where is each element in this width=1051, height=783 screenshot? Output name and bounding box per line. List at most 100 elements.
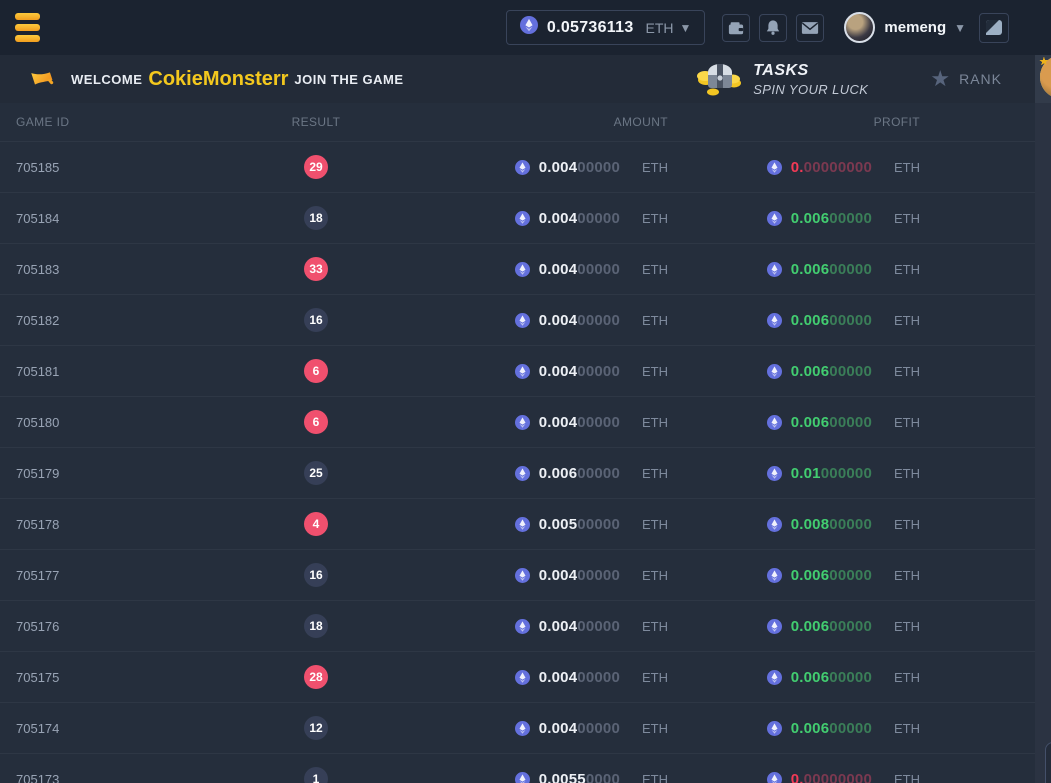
wallet-button[interactable] bbox=[722, 14, 750, 42]
messages-button[interactable] bbox=[796, 14, 824, 42]
amount-dim: 00000 bbox=[577, 669, 620, 686]
profit-cell: 0.00800000 ETH bbox=[668, 516, 920, 533]
chat-bubble-icon bbox=[986, 20, 1002, 35]
result-badge: 18 bbox=[304, 206, 328, 230]
game-id: 705179 bbox=[0, 466, 284, 481]
table-row[interactable]: 705183 33 0.00400000 ETH 0.00600000 ETH bbox=[0, 243, 1035, 294]
topbar: 0.05736113 ETH ▼ memeng ▼ bbox=[0, 0, 1051, 55]
user-name: memeng bbox=[884, 19, 946, 36]
eth-coin-icon bbox=[767, 364, 782, 379]
welcome-username: CokieMonsterr bbox=[148, 68, 288, 91]
table-row[interactable]: 705176 18 0.00400000 ETH 0.00600000 ETH bbox=[0, 600, 1035, 651]
table-row[interactable]: 705180 6 0.00400000 ETH 0.00600000 ETH bbox=[0, 396, 1035, 447]
profit-cell: 0.00600000 ETH bbox=[668, 567, 920, 584]
table-row[interactable]: 705184 18 0.00400000 ETH 0.00600000 ETH bbox=[0, 192, 1035, 243]
profit-main: 0. bbox=[791, 159, 804, 176]
profit-dim: 00000 bbox=[829, 567, 872, 584]
profit-dim: 00000 bbox=[829, 363, 872, 380]
amount-cell: 0.00500000 ETH bbox=[348, 516, 668, 533]
amount-main: 0.004 bbox=[539, 261, 578, 278]
currency-label: ETH bbox=[894, 262, 920, 277]
profit-main: 0.006 bbox=[791, 210, 830, 227]
amount-cell: 0.00400000 ETH bbox=[348, 720, 668, 737]
eth-coin-icon bbox=[767, 517, 782, 532]
currency-label: ETH bbox=[642, 772, 668, 783]
welcome-text: WELCOME bbox=[71, 72, 142, 87]
table-row[interactable]: 705173 1 0.00550000 ETH 0.00000000 ETH bbox=[0, 753, 1035, 783]
eth-coin-icon bbox=[767, 772, 782, 783]
profit-cell: 0.00000000 ETH bbox=[668, 159, 920, 176]
treasure-chest-icon bbox=[696, 58, 742, 101]
eth-coin-icon bbox=[515, 772, 530, 783]
result-badge: 4 bbox=[304, 512, 328, 536]
game-id: 705184 bbox=[0, 211, 284, 226]
table-row[interactable]: 705182 16 0.00400000 ETH 0.00600000 ETH bbox=[0, 294, 1035, 345]
chat-panel-edge[interactable]: ★★ ★★ ★★ ★★ ★★ ★★ bbox=[1035, 55, 1051, 783]
amount-main: 0.0055 bbox=[539, 771, 586, 783]
table-row[interactable]: 705174 12 0.00400000 ETH 0.00600000 ETH bbox=[0, 702, 1035, 753]
tasks-title: TASKS bbox=[753, 62, 868, 80]
profit-main: 0.006 bbox=[791, 312, 830, 329]
menu-icon[interactable] bbox=[15, 13, 40, 42]
amount-cell: 0.00400000 ETH bbox=[348, 567, 668, 584]
result-badge: 1 bbox=[304, 767, 328, 783]
currency-label: ETH bbox=[642, 415, 668, 430]
bets-table-body: 705185 29 0.00400000 ETH 0.00000000 ETH … bbox=[0, 141, 1035, 783]
notifications-button[interactable] bbox=[759, 14, 787, 42]
eth-coin-icon bbox=[767, 721, 782, 736]
table-row[interactable]: 705185 29 0.00400000 ETH 0.00000000 ETH bbox=[0, 141, 1035, 192]
eth-coin-icon bbox=[767, 415, 782, 430]
profit-cell: 0.00600000 ETH bbox=[668, 363, 920, 380]
amount-main: 0.004 bbox=[539, 414, 578, 431]
eth-coin-icon bbox=[520, 16, 538, 39]
profit-cell: 0.00600000 ETH bbox=[668, 210, 920, 227]
megaphone-icon bbox=[30, 66, 54, 93]
amount-main: 0.004 bbox=[539, 312, 578, 329]
game-id: 705185 bbox=[0, 160, 284, 175]
currency-label: ETH bbox=[642, 364, 668, 379]
col-profit: PROFIT bbox=[668, 115, 920, 129]
amount-dim: 00000 bbox=[577, 720, 620, 737]
star-icon: ★ bbox=[930, 68, 950, 90]
rank-button[interactable]: ★ RANK bbox=[930, 68, 1002, 90]
currency-label: ETH bbox=[894, 619, 920, 634]
profit-cell: 0.00600000 ETH bbox=[668, 414, 920, 431]
amount-cell: 0.00400000 ETH bbox=[348, 210, 668, 227]
user-menu[interactable]: memeng ▼ bbox=[844, 12, 966, 43]
game-id: 705174 bbox=[0, 721, 284, 736]
amount-cell: 0.00400000 ETH bbox=[348, 159, 668, 176]
amount-main: 0.004 bbox=[539, 210, 578, 227]
tasks-button[interactable]: TASKS SPIN YOUR LUCK bbox=[696, 58, 868, 101]
rank-label: RANK bbox=[959, 71, 1002, 87]
game-id: 705183 bbox=[0, 262, 284, 277]
profit-main: 0.006 bbox=[791, 363, 830, 380]
profit-main: 0.006 bbox=[791, 720, 830, 737]
currency-label: ETH bbox=[642, 313, 668, 328]
chat-input-edge[interactable] bbox=[1045, 742, 1051, 783]
table-row[interactable]: 705175 28 0.00400000 ETH 0.00600000 ETH bbox=[0, 651, 1035, 702]
amount-dim: 00000 bbox=[577, 159, 620, 176]
result-badge: 16 bbox=[304, 563, 328, 587]
amount-main: 0.006 bbox=[539, 465, 578, 482]
amount-main: 0.004 bbox=[539, 720, 578, 737]
profit-cell: 0.00600000 ETH bbox=[668, 720, 920, 737]
eth-coin-icon bbox=[515, 568, 530, 583]
currency-label: ETH bbox=[642, 262, 668, 277]
result-badge: 6 bbox=[304, 359, 328, 383]
table-row[interactable]: 705179 25 0.00600000 ETH 0.01000000 ETH bbox=[0, 447, 1035, 498]
announcement-banner: WELCOME CokieMonsterr JOIN THE GAME bbox=[0, 55, 1035, 103]
profit-main: 0.006 bbox=[791, 414, 830, 431]
chat-toggle-button[interactable] bbox=[979, 13, 1009, 43]
amount-dim: 00000 bbox=[577, 312, 620, 329]
game-id: 705176 bbox=[0, 619, 284, 634]
amount-dim: 00000 bbox=[577, 363, 620, 380]
table-row[interactable]: 705177 16 0.00400000 ETH 0.00600000 ETH bbox=[0, 549, 1035, 600]
table-header: GAME ID RESULT AMOUNT PROFIT bbox=[0, 103, 1035, 141]
balance-selector[interactable]: 0.05736113 ETH ▼ bbox=[506, 10, 706, 45]
currency-label: ETH bbox=[642, 619, 668, 634]
bell-icon bbox=[765, 19, 781, 36]
table-row[interactable]: 705181 6 0.00400000 ETH 0.00600000 ETH bbox=[0, 345, 1035, 396]
eth-coin-icon bbox=[515, 466, 530, 481]
amount-dim: 00000 bbox=[577, 414, 620, 431]
table-row[interactable]: 705178 4 0.00500000 ETH 0.00800000 ETH bbox=[0, 498, 1035, 549]
